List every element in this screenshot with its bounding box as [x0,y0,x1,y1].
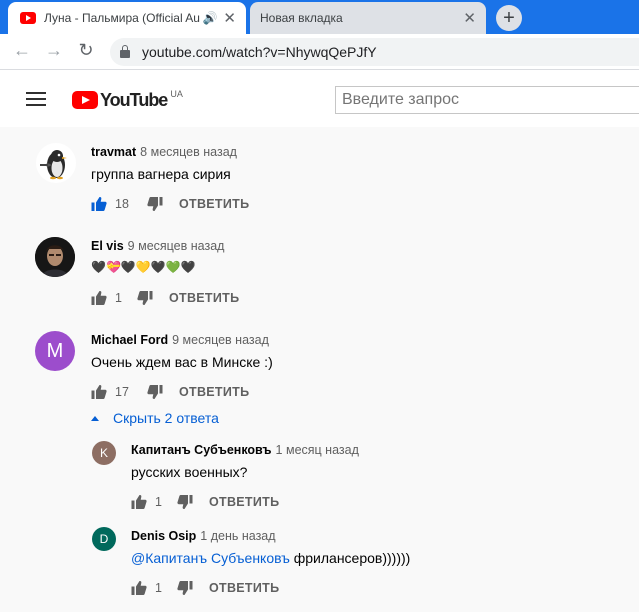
reply-button[interactable]: ОТВЕТИТЬ [179,385,249,399]
comment-text: Очень ждем вас в Минске :) [91,354,273,370]
browser-toolbar: ← → ↻ youtube.com/watch?v=NhywqQePJfY [0,34,639,70]
reply-button[interactable]: ОТВЕТИТЬ [169,291,239,305]
avatar[interactable]: D [92,527,116,551]
country-code: UA [170,89,183,99]
plus-icon: + [503,6,515,29]
avatar-letter: M [46,339,64,362]
address-bar[interactable]: youtube.com/watch?v=NhywqQePJfY [110,38,639,66]
comment-author[interactable]: El vis 9 месяцев назад [91,239,224,253]
new-tab-button[interactable]: + [496,5,522,31]
thumbs-down-icon[interactable] [137,290,153,306]
comment-actions: 18 ОТВЕТИТЬ [91,194,249,214]
comment-text: группа вагнера сирия [91,166,231,182]
logo-text: YouTube [100,90,168,110]
avatar[interactable]: M [35,331,75,371]
author-name[interactable]: travmat [91,145,136,159]
thumbs-up-icon[interactable] [91,384,107,400]
hide-replies-label: Скрыть 2 ответа [113,410,219,426]
tab-title: Луна - Пальмира (Official Au [44,11,200,25]
tab-title: Новая вкладка [260,11,343,25]
comment-time[interactable]: 1 день назад [200,529,275,543]
thumbs-up-icon[interactable] [91,290,107,306]
mention-link[interactable]: @Капитанъ Субъенковъ [131,550,290,566]
avatar-letter: D [99,532,109,546]
user-photo-icon [35,237,75,277]
close-tab-icon[interactable]: ✕ [463,9,476,27]
like-count: 1 [155,495,162,509]
author-name[interactable]: Michael Ford [91,333,168,347]
comments-section: travmat 8 месяцев назад группа вагнера си… [0,127,639,612]
comment-author[interactable]: Denis Osip 1 день назад [131,529,276,543]
comment-time[interactable]: 1 месяц назад [276,443,359,457]
reply-button[interactable]: ОТВЕТИТЬ [209,495,279,509]
youtube-favicon-icon [20,12,36,24]
comment-actions: 1 ОТВЕТИТЬ [91,288,239,308]
comment-author[interactable]: Michael Ford 9 месяцев назад [91,333,269,347]
author-name[interactable]: El vis [91,239,124,253]
comment-actions: 1 ОТВЕТИТЬ [131,492,279,512]
comment-author[interactable]: travmat 8 месяцев назад [91,145,237,159]
author-name[interactable]: Капитанъ Субъенковъ [131,443,272,457]
youtube-logo[interactable]: YouTube UA [72,89,183,110]
back-arrow-icon[interactable]: ← [10,40,34,61]
comment-time[interactable]: 9 месяцев назад [128,239,225,253]
reply-button[interactable]: ОТВЕТИТЬ [209,581,279,595]
search-input[interactable] [342,91,632,109]
thumbs-up-icon[interactable] [131,580,147,596]
url-text: youtube.com/watch?v=NhywqQePJfY [142,44,377,60]
comment-author[interactable]: Капитанъ Субъенковъ 1 месяц назад [131,443,359,457]
avatar[interactable]: K [92,441,116,465]
like-count: 1 [115,291,122,305]
author-name[interactable]: Denis Osip [131,529,196,543]
thumbs-up-icon[interactable] [131,494,147,510]
comment-text: 🖤💝🖤💛🖤💚🖤 [91,260,196,274]
tab-active[interactable]: Луна - Пальмира (Official Au 🔊 ✕ [8,2,246,34]
browser-tab-strip: Луна - Пальмира (Official Au 🔊 ✕ Новая в… [0,0,639,34]
comment-actions: 1 ОТВЕТИТЬ [131,578,279,598]
comment-time[interactable]: 8 месяцев назад [140,145,237,159]
comment-time[interactable]: 9 месяцев назад [172,333,269,347]
avatar-letter: K [99,446,108,460]
caret-up-icon [91,415,99,421]
comment-actions: 17 ОТВЕТИТЬ [91,382,249,402]
lock-icon [120,45,130,58]
reload-icon[interactable]: ↻ [74,40,98,61]
thumbs-down-icon[interactable] [177,580,193,596]
reply-body: фрилансеров)))))) [289,550,411,566]
avatar[interactable] [35,237,75,277]
tab-new[interactable]: Новая вкладка ✕ [250,2,486,34]
hide-replies-button[interactable]: Скрыть 2 ответа [91,410,219,426]
thumbs-down-icon[interactable] [177,494,193,510]
youtube-play-icon [72,91,98,109]
like-count: 18 [115,197,129,211]
comment-text: @Капитанъ Субъенковъ фрилансеров)))))) [131,550,410,566]
like-count: 1 [155,581,162,595]
search-box[interactable] [335,86,639,114]
thumbs-down-icon[interactable] [147,196,163,212]
penguin-avatar-icon [40,150,67,180]
avatar[interactable] [36,143,76,183]
youtube-header: YouTube UA [0,71,639,127]
thumbs-down-icon[interactable] [147,384,163,400]
reply-button[interactable]: ОТВЕТИТЬ [179,197,249,211]
speaker-icon[interactable]: 🔊 [202,11,217,25]
forward-arrow-icon[interactable]: → [42,40,66,61]
close-tab-icon[interactable]: ✕ [223,9,236,27]
comment-text: русских военных? [131,464,248,480]
thumbs-up-icon[interactable] [91,196,107,212]
hamburger-menu-icon[interactable] [26,92,46,106]
like-count: 17 [115,385,129,399]
